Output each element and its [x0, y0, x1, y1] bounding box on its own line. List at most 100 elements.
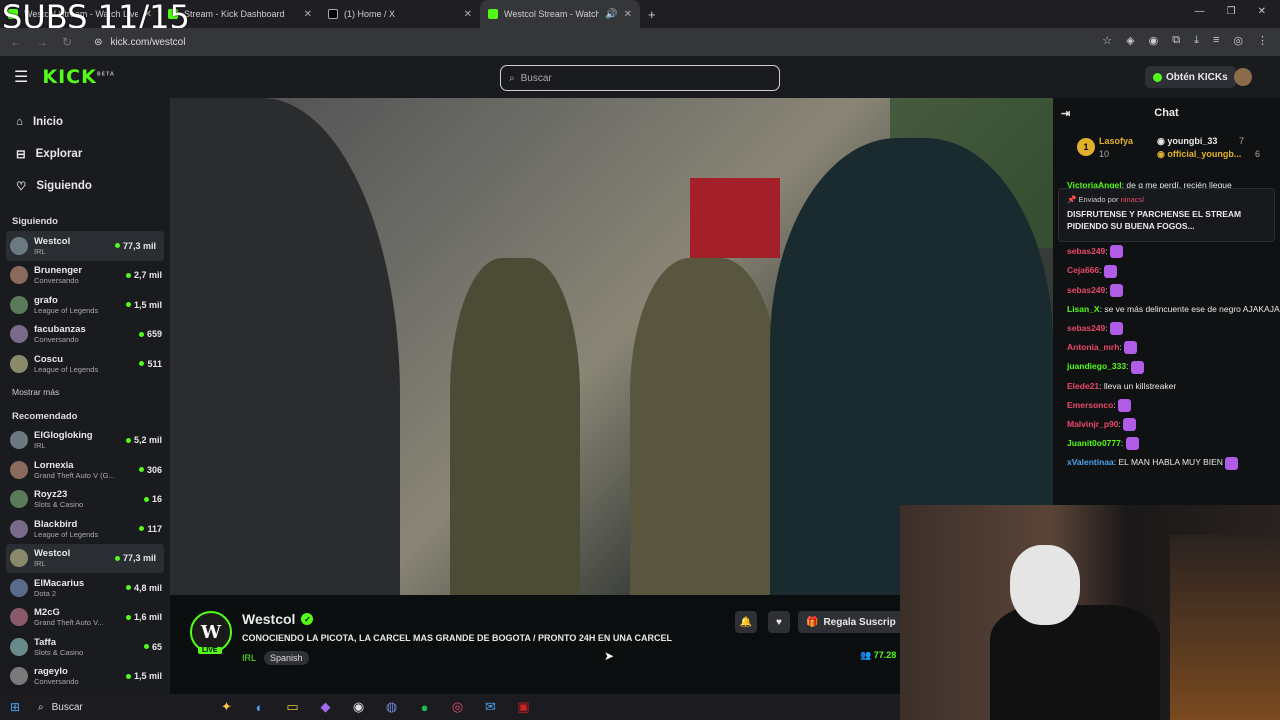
- sidebar-channel-coscu[interactable]: Coscu League of Legends 511: [0, 349, 170, 379]
- chat-username[interactable]: Juanit0o0777: [1067, 438, 1121, 448]
- address-bar[interactable]: ⊜ kick.com/westcol: [94, 37, 185, 48]
- kick-logo[interactable]: KICKBETA: [42, 66, 115, 88]
- menu-icon[interactable]: ⋮: [1257, 34, 1268, 47]
- live-dot-icon: [139, 526, 145, 532]
- collapse-chat-icon[interactable]: ⇥: [1061, 107, 1070, 120]
- windows-start-icon[interactable]: ⊞: [0, 700, 30, 714]
- streamer-name[interactable]: Westcol ✓: [242, 611, 314, 627]
- nav-inicio[interactable]: ⌂ Inicio: [16, 106, 170, 138]
- file-explorer-icon[interactable]: ▭: [276, 699, 309, 715]
- download-icon[interactable]: ⤓: [1194, 34, 1199, 47]
- edge-icon[interactable]: ◐: [243, 700, 276, 715]
- bell-icon: 🔔: [739, 616, 753, 628]
- sidebar-channel-grafo[interactable]: grafo League of Legends 1,5 mil: [0, 290, 170, 320]
- sidebar-channel-blackbird[interactable]: Blackbird League of Legends 117: [0, 514, 170, 544]
- live-viewer-count: 306: [138, 465, 162, 475]
- stream-category[interactable]: IRL: [242, 653, 256, 663]
- outlook-icon[interactable]: ✉: [474, 699, 507, 715]
- sidebar-channel-brunenger[interactable]: Brunenger Conversando 2,7 mil: [0, 261, 170, 291]
- extension-icon[interactable]: ◈: [1126, 34, 1134, 47]
- search-icon: ⌕: [38, 701, 44, 713]
- spotify-icon[interactable]: ●: [408, 700, 441, 715]
- back-icon[interactable]: ←: [10, 35, 22, 49]
- notification-button[interactable]: 🔔: [735, 611, 757, 633]
- extension-icon[interactable]: ◉: [1149, 34, 1159, 47]
- sidebar-channel-m2cg[interactable]: M2cG Grand Theft Auto V... 1,6 mil: [0, 603, 170, 633]
- nav-siguiendo[interactable]: ♡ Siguiendo: [16, 170, 170, 202]
- minimize-icon[interactable]: —: [1195, 6, 1205, 17]
- chat-username[interactable]: Malvinjr_p90: [1067, 419, 1119, 429]
- gift-sub-button[interactable]: 🎁 Regala Suscrip: [798, 611, 908, 633]
- close-tab-icon[interactable]: ✕: [464, 9, 472, 20]
- gift-leaderboard: 1 Lasofya 10 ◉ youngbi_33 7 ◉ official_y…: [1053, 128, 1280, 176]
- chat-message: Juanit0o0777:: [1053, 434, 1280, 453]
- obs-icon[interactable]: ◎: [441, 699, 474, 715]
- restore-icon[interactable]: ❐: [1227, 6, 1236, 17]
- sidebar-channel-elglogloking[interactable]: ElGlogloking IRL 5,2 mil: [0, 426, 170, 456]
- sidebar-channel-facubanzas[interactable]: facubanzas Conversando 659: [0, 320, 170, 350]
- sidebar-channel-lornexia[interactable]: Lornexia Grand Theft Auto V (G... 306: [0, 455, 170, 485]
- puzzle-icon[interactable]: ⧉: [1172, 34, 1180, 47]
- chat-username[interactable]: Elede21: [1067, 381, 1099, 391]
- leader-name[interactable]: ◉ youngbi_33: [1157, 136, 1217, 147]
- profile-icon[interactable]: ◎: [1233, 34, 1243, 47]
- chat-username[interactable]: xValentinaa: [1067, 457, 1114, 467]
- media-icon[interactable]: ≡: [1213, 34, 1219, 47]
- sidebar-channel-elmacarius[interactable]: ElMacarius Dota 2 4,8 mil: [0, 573, 170, 603]
- app-icon[interactable]: ▣: [507, 699, 540, 715]
- follow-button[interactable]: ♥: [768, 611, 790, 633]
- sidebar-channel-taffa[interactable]: Taffa Slots & Casino 65: [0, 632, 170, 662]
- channel-avatar: [10, 490, 28, 509]
- close-window-icon[interactable]: ✕: [1258, 6, 1266, 17]
- verified-icon: ✓: [301, 613, 314, 625]
- speaker-icon[interactable]: 🔊: [605, 9, 617, 20]
- sidebar-channel-westcol[interactable]: Westcol IRL 77,3 mil: [6, 231, 164, 261]
- channel-avatar: [10, 608, 28, 627]
- reload-icon[interactable]: ↻: [62, 35, 72, 49]
- live-dot-icon: [125, 272, 131, 278]
- browser-tab-active[interactable]: Westcol Stream - Watch Liv🔊✕: [480, 0, 640, 28]
- sidebar-channel-royz23[interactable]: Royz23 Slots & Casino 16: [0, 485, 170, 515]
- leader-name[interactable]: ◉ official_youngb...: [1157, 149, 1241, 160]
- chat-username[interactable]: Lisan_X: [1067, 304, 1100, 314]
- live-viewer-count: 4,8 mil: [125, 583, 162, 593]
- channel-avatar: [10, 578, 28, 597]
- taskbar-search[interactable]: ⌕ Buscar: [30, 697, 210, 717]
- chat-username[interactable]: Antonia_mrh: [1067, 342, 1119, 352]
- browser-tabbar: Westcol Stream - Watch Live ✕ Stream - Ki…: [0, 0, 1280, 28]
- show-more-link[interactable]: Mostrar más: [0, 379, 170, 397]
- search-input[interactable]: ⌕ Buscar: [500, 65, 780, 91]
- get-kicks-button[interactable]: Obtén KICKs: [1145, 66, 1236, 88]
- sidebar-channel-rageylo[interactable]: rageylo Conversando 1,5 mil: [0, 662, 170, 692]
- live-dot-icon: [125, 437, 131, 443]
- chat-username[interactable]: juandiego_333: [1067, 361, 1126, 371]
- new-tab-button[interactable]: +: [640, 7, 664, 22]
- language-tag[interactable]: Spanish: [264, 651, 309, 665]
- browser-tab[interactable]: (1) Home / X ✕: [320, 0, 480, 28]
- live-dot-icon: [125, 302, 131, 308]
- chat-username[interactable]: Emersonco: [1067, 400, 1113, 410]
- bookmark-star-icon[interactable]: ☆: [1102, 34, 1112, 47]
- close-tab-icon[interactable]: ✕: [624, 9, 632, 20]
- hamburger-menu-icon[interactable]: ☰: [14, 67, 28, 87]
- chat-username[interactable]: sebas249: [1067, 285, 1105, 295]
- taskbar: ⊞ ⌕ Buscar ✦ ◐ ▭ ◆ ◉ ◍ ● ◎ ✉ ▣: [0, 694, 900, 720]
- chat-username[interactable]: Ceja666: [1067, 265, 1099, 275]
- forward-icon[interactable]: →: [36, 35, 48, 49]
- live-viewer-count: 1,5 mil: [125, 671, 162, 681]
- emote-icon: [1110, 245, 1124, 259]
- copilot-app-icon[interactable]: ◆: [309, 699, 342, 715]
- live-viewer-count: 65: [143, 642, 162, 652]
- browser-extensions: ☆ ◈ ◉ ⧉ ⤓ ≡ ◎ ⋮: [1102, 34, 1268, 47]
- nav-explorar[interactable]: ⊟ Explorar: [16, 138, 170, 170]
- chat-username[interactable]: sebas249: [1067, 246, 1105, 256]
- copilot-icon[interactable]: ✦: [210, 699, 243, 715]
- discord-icon[interactable]: ◍: [375, 699, 408, 715]
- sidebar-channel-westcol[interactable]: Westcol IRL 77,3 mil: [6, 543, 164, 573]
- chat-username[interactable]: sebas249: [1067, 323, 1105, 333]
- chrome-icon[interactable]: ◉: [342, 699, 375, 715]
- user-avatar[interactable]: [1234, 68, 1252, 86]
- site-info-icon[interactable]: ⊜: [94, 37, 102, 48]
- close-tab-icon[interactable]: ✕: [304, 9, 312, 20]
- leader-name[interactable]: Lasofya: [1099, 136, 1133, 146]
